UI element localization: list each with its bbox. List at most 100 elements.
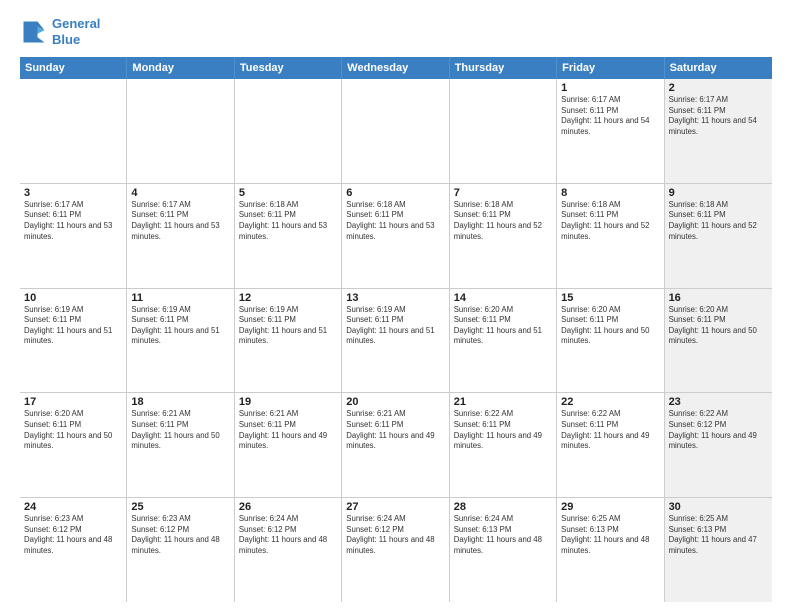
cell-info: Sunrise: 6:17 AM Sunset: 6:11 PM Dayligh… bbox=[24, 200, 122, 242]
cell-info: Sunrise: 6:23 AM Sunset: 6:12 PM Dayligh… bbox=[24, 514, 122, 556]
day-number: 15 bbox=[561, 292, 659, 304]
cell-info: Sunrise: 6:20 AM Sunset: 6:11 PM Dayligh… bbox=[24, 409, 122, 451]
day-number: 14 bbox=[454, 292, 552, 304]
header-day-sunday: Sunday bbox=[20, 57, 127, 79]
day-number: 5 bbox=[239, 187, 337, 199]
cell-info: Sunrise: 6:24 AM Sunset: 6:13 PM Dayligh… bbox=[454, 514, 552, 556]
cell-info: Sunrise: 6:20 AM Sunset: 6:11 PM Dayligh… bbox=[669, 305, 768, 347]
day-number: 28 bbox=[454, 501, 552, 513]
day-number: 20 bbox=[346, 396, 444, 408]
calendar-cell-9: 9Sunrise: 6:18 AM Sunset: 6:11 PM Daylig… bbox=[665, 184, 772, 288]
calendar-cell-6: 6Sunrise: 6:18 AM Sunset: 6:11 PM Daylig… bbox=[342, 184, 449, 288]
calendar-header: SundayMondayTuesdayWednesdayThursdayFrid… bbox=[20, 57, 772, 79]
header-day-monday: Monday bbox=[127, 57, 234, 79]
day-number: 26 bbox=[239, 501, 337, 513]
calendar-cell-15: 15Sunrise: 6:20 AM Sunset: 6:11 PM Dayli… bbox=[557, 289, 664, 393]
calendar-cell-empty-0-1 bbox=[127, 79, 234, 183]
calendar-cell-19: 19Sunrise: 6:21 AM Sunset: 6:11 PM Dayli… bbox=[235, 393, 342, 497]
header: General Blue bbox=[20, 16, 772, 47]
calendar-cell-25: 25Sunrise: 6:23 AM Sunset: 6:12 PM Dayli… bbox=[127, 498, 234, 602]
cell-info: Sunrise: 6:24 AM Sunset: 6:12 PM Dayligh… bbox=[239, 514, 337, 556]
header-day-wednesday: Wednesday bbox=[342, 57, 449, 79]
header-day-tuesday: Tuesday bbox=[235, 57, 342, 79]
day-number: 22 bbox=[561, 396, 659, 408]
calendar-cell-30: 30Sunrise: 6:25 AM Sunset: 6:13 PM Dayli… bbox=[665, 498, 772, 602]
calendar-cell-23: 23Sunrise: 6:22 AM Sunset: 6:12 PM Dayli… bbox=[665, 393, 772, 497]
calendar-cell-5: 5Sunrise: 6:18 AM Sunset: 6:11 PM Daylig… bbox=[235, 184, 342, 288]
cell-info: Sunrise: 6:20 AM Sunset: 6:11 PM Dayligh… bbox=[454, 305, 552, 347]
calendar-cell-14: 14Sunrise: 6:20 AM Sunset: 6:11 PM Dayli… bbox=[450, 289, 557, 393]
logo: General Blue bbox=[20, 16, 100, 47]
cell-info: Sunrise: 6:19 AM Sunset: 6:11 PM Dayligh… bbox=[131, 305, 229, 347]
day-number: 27 bbox=[346, 501, 444, 513]
cell-info: Sunrise: 6:18 AM Sunset: 6:11 PM Dayligh… bbox=[561, 200, 659, 242]
day-number: 4 bbox=[131, 187, 229, 199]
calendar-cell-21: 21Sunrise: 6:22 AM Sunset: 6:11 PM Dayli… bbox=[450, 393, 557, 497]
day-number: 10 bbox=[24, 292, 122, 304]
day-number: 21 bbox=[454, 396, 552, 408]
day-number: 1 bbox=[561, 82, 659, 94]
header-day-friday: Friday bbox=[557, 57, 664, 79]
cell-info: Sunrise: 6:25 AM Sunset: 6:13 PM Dayligh… bbox=[669, 514, 768, 556]
cell-info: Sunrise: 6:18 AM Sunset: 6:11 PM Dayligh… bbox=[669, 200, 768, 242]
calendar-body: 1 Sunrise: 6:17 AM Sunset: 6:11 PM Daylig… bbox=[20, 79, 772, 602]
calendar-cell-26: 26Sunrise: 6:24 AM Sunset: 6:12 PM Dayli… bbox=[235, 498, 342, 602]
day-number: 13 bbox=[346, 292, 444, 304]
day-number: 16 bbox=[669, 292, 768, 304]
cell-info: Sunrise: 6:23 AM Sunset: 6:12 PM Dayligh… bbox=[131, 514, 229, 556]
calendar-cell-10: 10Sunrise: 6:19 AM Sunset: 6:11 PM Dayli… bbox=[20, 289, 127, 393]
calendar-cell-empty-0-3 bbox=[342, 79, 449, 183]
calendar-cell-18: 18Sunrise: 6:21 AM Sunset: 6:11 PM Dayli… bbox=[127, 393, 234, 497]
day-number: 30 bbox=[669, 501, 768, 513]
day-number: 11 bbox=[131, 292, 229, 304]
calendar-cell-1: 1Sunrise: 6:17 AM Sunset: 6:11 PM Daylig… bbox=[557, 79, 664, 183]
day-number: 18 bbox=[131, 396, 229, 408]
calendar-cell-20: 20Sunrise: 6:21 AM Sunset: 6:11 PM Dayli… bbox=[342, 393, 449, 497]
calendar-cell-29: 29Sunrise: 6:25 AM Sunset: 6:13 PM Dayli… bbox=[557, 498, 664, 602]
cell-info: Sunrise: 6:19 AM Sunset: 6:11 PM Dayligh… bbox=[346, 305, 444, 347]
calendar-cell-7: 7Sunrise: 6:18 AM Sunset: 6:11 PM Daylig… bbox=[450, 184, 557, 288]
cell-info: Sunrise: 6:17 AM Sunset: 6:11 PM Dayligh… bbox=[669, 95, 768, 137]
calendar-row-4: 24Sunrise: 6:23 AM Sunset: 6:12 PM Dayli… bbox=[20, 498, 772, 602]
calendar-cell-13: 13Sunrise: 6:19 AM Sunset: 6:11 PM Dayli… bbox=[342, 289, 449, 393]
day-number: 24 bbox=[24, 501, 122, 513]
calendar: SundayMondayTuesdayWednesdayThursdayFrid… bbox=[20, 57, 772, 602]
calendar-cell-empty-0-4 bbox=[450, 79, 557, 183]
day-number: 17 bbox=[24, 396, 122, 408]
cell-info: Sunrise: 6:19 AM Sunset: 6:11 PM Dayligh… bbox=[24, 305, 122, 347]
calendar-cell-22: 22Sunrise: 6:22 AM Sunset: 6:11 PM Dayli… bbox=[557, 393, 664, 497]
calendar-row-2: 10Sunrise: 6:19 AM Sunset: 6:11 PM Dayli… bbox=[20, 289, 772, 394]
day-number: 9 bbox=[669, 187, 768, 199]
calendar-row-3: 17Sunrise: 6:20 AM Sunset: 6:11 PM Dayli… bbox=[20, 393, 772, 498]
logo-text: General Blue bbox=[52, 16, 100, 47]
calendar-row-0: 1 Sunrise: 6:17 AM Sunset: 6:11 PM Daylig… bbox=[20, 79, 772, 184]
day-number: 23 bbox=[669, 396, 768, 408]
page: General Blue SundayMondayTuesdayWednesda… bbox=[0, 0, 792, 612]
day-number: 29 bbox=[561, 501, 659, 513]
cell-info: Sunrise: 6:20 AM Sunset: 6:11 PM Dayligh… bbox=[561, 305, 659, 347]
calendar-cell-empty-0-0 bbox=[20, 79, 127, 183]
header-day-thursday: Thursday bbox=[450, 57, 557, 79]
calendar-cell-24: 24Sunrise: 6:23 AM Sunset: 6:12 PM Dayli… bbox=[20, 498, 127, 602]
calendar-cell-2: 2Sunrise: 6:17 AM Sunset: 6:11 PM Daylig… bbox=[665, 79, 772, 183]
cell-info: Sunrise: 6:22 AM Sunset: 6:12 PM Dayligh… bbox=[669, 409, 768, 451]
day-number: 8 bbox=[561, 187, 659, 199]
day-number: 6 bbox=[346, 187, 444, 199]
calendar-cell-8: 8Sunrise: 6:18 AM Sunset: 6:11 PM Daylig… bbox=[557, 184, 664, 288]
calendar-cell-4: 4Sunrise: 6:17 AM Sunset: 6:11 PM Daylig… bbox=[127, 184, 234, 288]
cell-info: Sunrise: 6:17 AM Sunset: 6:11 PM Dayligh… bbox=[131, 200, 229, 242]
calendar-row-1: 3Sunrise: 6:17 AM Sunset: 6:11 PM Daylig… bbox=[20, 184, 772, 289]
cell-info: Sunrise: 6:18 AM Sunset: 6:11 PM Dayligh… bbox=[454, 200, 552, 242]
cell-info: Sunrise: 6:21 AM Sunset: 6:11 PM Dayligh… bbox=[131, 409, 229, 451]
calendar-cell-11: 11Sunrise: 6:19 AM Sunset: 6:11 PM Dayli… bbox=[127, 289, 234, 393]
cell-info: Sunrise: 6:18 AM Sunset: 6:11 PM Dayligh… bbox=[239, 200, 337, 242]
cell-info: Sunrise: 6:22 AM Sunset: 6:11 PM Dayligh… bbox=[561, 409, 659, 451]
cell-info: Sunrise: 6:21 AM Sunset: 6:11 PM Dayligh… bbox=[346, 409, 444, 451]
day-number: 3 bbox=[24, 187, 122, 199]
day-number: 2 bbox=[669, 82, 768, 94]
logo-icon bbox=[20, 18, 48, 46]
calendar-cell-empty-0-2 bbox=[235, 79, 342, 183]
calendar-cell-16: 16Sunrise: 6:20 AM Sunset: 6:11 PM Dayli… bbox=[665, 289, 772, 393]
cell-info: Sunrise: 6:22 AM Sunset: 6:11 PM Dayligh… bbox=[454, 409, 552, 451]
calendar-cell-12: 12Sunrise: 6:19 AM Sunset: 6:11 PM Dayli… bbox=[235, 289, 342, 393]
